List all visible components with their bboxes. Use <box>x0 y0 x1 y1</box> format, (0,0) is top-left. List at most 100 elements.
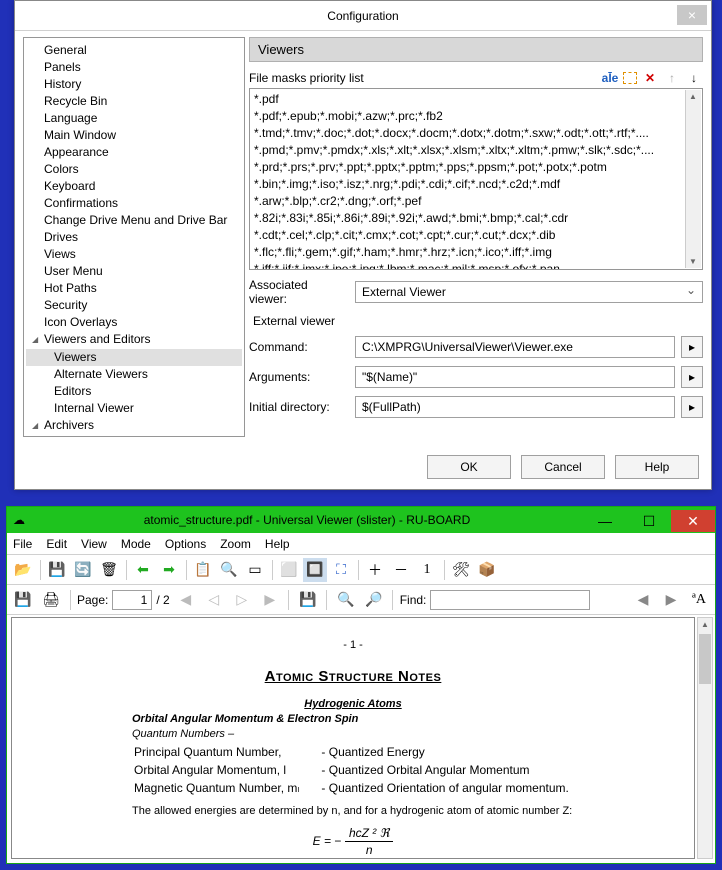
mask-row[interactable]: *.pdf;*.epub;*.mobi;*.azw;*.prc;*.fb2 <box>254 108 698 125</box>
find-next-icon[interactable]: ▶ <box>659 588 683 612</box>
menu-edit[interactable]: Edit <box>46 537 67 551</box>
tools-icon[interactable]: 🛠 <box>449 558 473 582</box>
tree-item-drives[interactable]: Drives <box>26 229 242 246</box>
arguments-input[interactable]: "$(Name)" <box>355 366 675 388</box>
mask-row[interactable]: *.cdt;*.cel;*.clp;*.cit;*.cmx;*.cot;*.cp… <box>254 227 698 244</box>
tree-item-keyboard[interactable]: Keyboard <box>26 178 242 195</box>
menu-mode[interactable]: Mode <box>121 537 151 551</box>
new-mask-icon[interactable] <box>623 72 637 84</box>
initial-directory-input[interactable]: $(FullPath) <box>355 396 675 418</box>
menu-zoom[interactable]: Zoom <box>220 537 251 551</box>
tree-item-archives-associations-in-panels[interactable]: Archives Associations in Panels <box>26 435 242 437</box>
zoom-100-icon[interactable]: 1 <box>415 558 439 582</box>
tree-item-panels[interactable]: Panels <box>26 59 242 76</box>
save-page-icon[interactable]: 💾 <box>296 588 320 612</box>
mask-row[interactable]: *.flc;*.fli;*.gem;*.gif;*.ham;*.hmr;*.hr… <box>254 244 698 261</box>
close-icon[interactable]: ✕ <box>671 510 715 532</box>
plugins-icon[interactable]: 📦 <box>475 558 499 582</box>
reload-icon[interactable]: 🔄 <box>71 558 95 582</box>
find-input[interactable] <box>430 590 590 610</box>
delete-icon[interactable]: 🗑 <box>97 558 121 582</box>
tree-item-alternate-viewers[interactable]: Alternate Viewers <box>26 366 242 383</box>
ok-button[interactable]: OK <box>427 455 511 479</box>
prev-file-icon[interactable]: ⬅ <box>131 558 155 582</box>
zoom-out-icon[interactable]: － <box>389 558 413 582</box>
mask-row[interactable]: *.pmd;*.pmv;*.pmdx;*.xls;*.xlt;*.xlsx;*.… <box>254 142 698 159</box>
fit-width-icon[interactable]: ⬜ <box>277 558 301 582</box>
viewer-titlebar[interactable]: ☁ atomic_structure.pdf - Universal Viewe… <box>7 507 715 533</box>
document-paragraph: The allowed energies are determined by n… <box>132 804 574 819</box>
tree-item-editors[interactable]: Editors <box>26 383 242 400</box>
zoom-in-icon[interactable]: ＋ <box>363 558 387 582</box>
tree-item-confirmations[interactable]: Confirmations <box>26 195 242 212</box>
move-down-icon[interactable]: ↓ <box>685 70 703 86</box>
maximize-icon[interactable]: ☐ <box>627 510 671 532</box>
mask-row[interactable]: *.bin;*.img;*.iso;*.isz;*.nrg;*.pdi;*.cd… <box>254 176 698 193</box>
fit-page-icon[interactable]: 🔲 <box>303 558 327 582</box>
tree-item-hot-paths[interactable]: Hot Paths <box>26 280 242 297</box>
mask-row[interactable]: *.prd;*.prs;*.prv;*.ppt;*.pptx;*.pptm;*.… <box>254 159 698 176</box>
document-view[interactable]: - 1 - Atomic Structure Notes Hydrogenic … <box>11 617 695 859</box>
dialog-titlebar[interactable]: Configuration × <box>15 1 711 31</box>
last-page-icon[interactable]: ▶ <box>258 588 282 612</box>
delete-icon[interactable]: ✕ <box>641 70 659 86</box>
prev-page-icon[interactable]: ◁ <box>202 588 226 612</box>
move-up-icon[interactable]: ↑ <box>663 70 681 86</box>
help-button[interactable]: Help <box>615 455 699 479</box>
tree-item-language[interactable]: Language <box>26 110 242 127</box>
associated-viewer-dropdown[interactable]: External Viewer <box>355 281 703 303</box>
tree-item-user-menu[interactable]: User Menu <box>26 263 242 280</box>
page-number-input[interactable] <box>112 590 152 610</box>
fullscreen-icon[interactable]: ⛶ <box>329 558 353 582</box>
tree-item-views[interactable]: Views <box>26 246 242 263</box>
print-icon[interactable]: 🖨 <box>39 588 63 612</box>
copy-icon[interactable]: 📋 <box>191 558 215 582</box>
first-page-icon[interactable]: ◀ <box>174 588 198 612</box>
export-icon[interactable]: 💾 <box>11 588 35 612</box>
tree-item-main-window[interactable]: Main Window <box>26 127 242 144</box>
menu-options[interactable]: Options <box>165 537 206 551</box>
menu-help[interactable]: Help <box>265 537 290 551</box>
document-scrollbar[interactable] <box>697 617 713 859</box>
select-all-icon[interactable]: ▭ <box>243 558 267 582</box>
case-sensitive-icon[interactable]: ªA <box>687 588 711 612</box>
tree-item-viewers-and-editors[interactable]: Viewers and Editors <box>26 331 242 349</box>
minimize-icon[interactable]: ― <box>583 510 627 532</box>
tree-item-appearance[interactable]: Appearance <box>26 144 242 161</box>
tree-item-change-drive-menu-and-drive-bar[interactable]: Change Drive Menu and Drive Bar <box>26 212 242 229</box>
mask-row[interactable]: *.jff;*.jif;*.jmx;*.jpe;*.jpg;*.lbm;*.ma… <box>254 261 698 270</box>
search-icon[interactable]: 🔍 <box>217 558 241 582</box>
mask-row[interactable]: *.82i;*.83i;*.85i;*.86i;*.89i;*.92i;*.aw… <box>254 210 698 227</box>
tree-item-colors[interactable]: Colors <box>26 161 242 178</box>
settings-tree[interactable]: GeneralPanelsHistoryRecycle BinLanguageM… <box>23 37 245 437</box>
next-file-icon[interactable]: ➡ <box>157 558 181 582</box>
open-icon[interactable]: 📂 <box>11 558 35 582</box>
tree-item-archivers[interactable]: Archivers <box>26 417 242 435</box>
mask-row[interactable]: *.tmd;*.tmv;*.doc;*.dot;*.docx;*.docm;*.… <box>254 125 698 142</box>
command-browse-button[interactable]: ▸ <box>681 336 703 358</box>
initial-directory-browse-button[interactable]: ▸ <box>681 396 703 418</box>
menu-file[interactable]: File <box>13 537 32 551</box>
save-icon[interactable]: 💾 <box>45 558 69 582</box>
find-prev-icon[interactable]: ◀ <box>631 588 655 612</box>
arguments-browse-button[interactable]: ▸ <box>681 366 703 388</box>
zoom-out-page-icon[interactable]: 🔍 <box>334 588 358 612</box>
tree-item-recycle-bin[interactable]: Recycle Bin <box>26 93 242 110</box>
tree-item-history[interactable]: History <box>26 76 242 93</box>
scrollbar[interactable] <box>685 90 701 268</box>
close-icon[interactable]: × <box>677 5 707 25</box>
tree-item-viewers[interactable]: Viewers <box>26 349 242 366</box>
tree-item-security[interactable]: Security <box>26 297 242 314</box>
tree-item-icon-overlays[interactable]: Icon Overlays <box>26 314 242 331</box>
tree-item-internal-viewer[interactable]: Internal Viewer <box>26 400 242 417</box>
menu-view[interactable]: View <box>81 537 107 551</box>
cancel-button[interactable]: Cancel <box>521 455 605 479</box>
file-masks-list[interactable]: *.pdf*.pdf;*.epub;*.mobi;*.azw;*.prc;*.f… <box>249 88 703 270</box>
rename-icon[interactable]: aĪe <box>601 70 619 86</box>
mask-row[interactable]: *.pdf <box>254 91 698 108</box>
zoom-in-page-icon[interactable]: 🔎 <box>362 588 386 612</box>
mask-row[interactable]: *.arw;*.blp;*.cr2;*.dng;*.orf;*.pef <box>254 193 698 210</box>
tree-item-general[interactable]: General <box>26 42 242 59</box>
next-page-icon[interactable]: ▷ <box>230 588 254 612</box>
command-input[interactable]: C:\XMPRG\UniversalViewer\Viewer.exe <box>355 336 675 358</box>
